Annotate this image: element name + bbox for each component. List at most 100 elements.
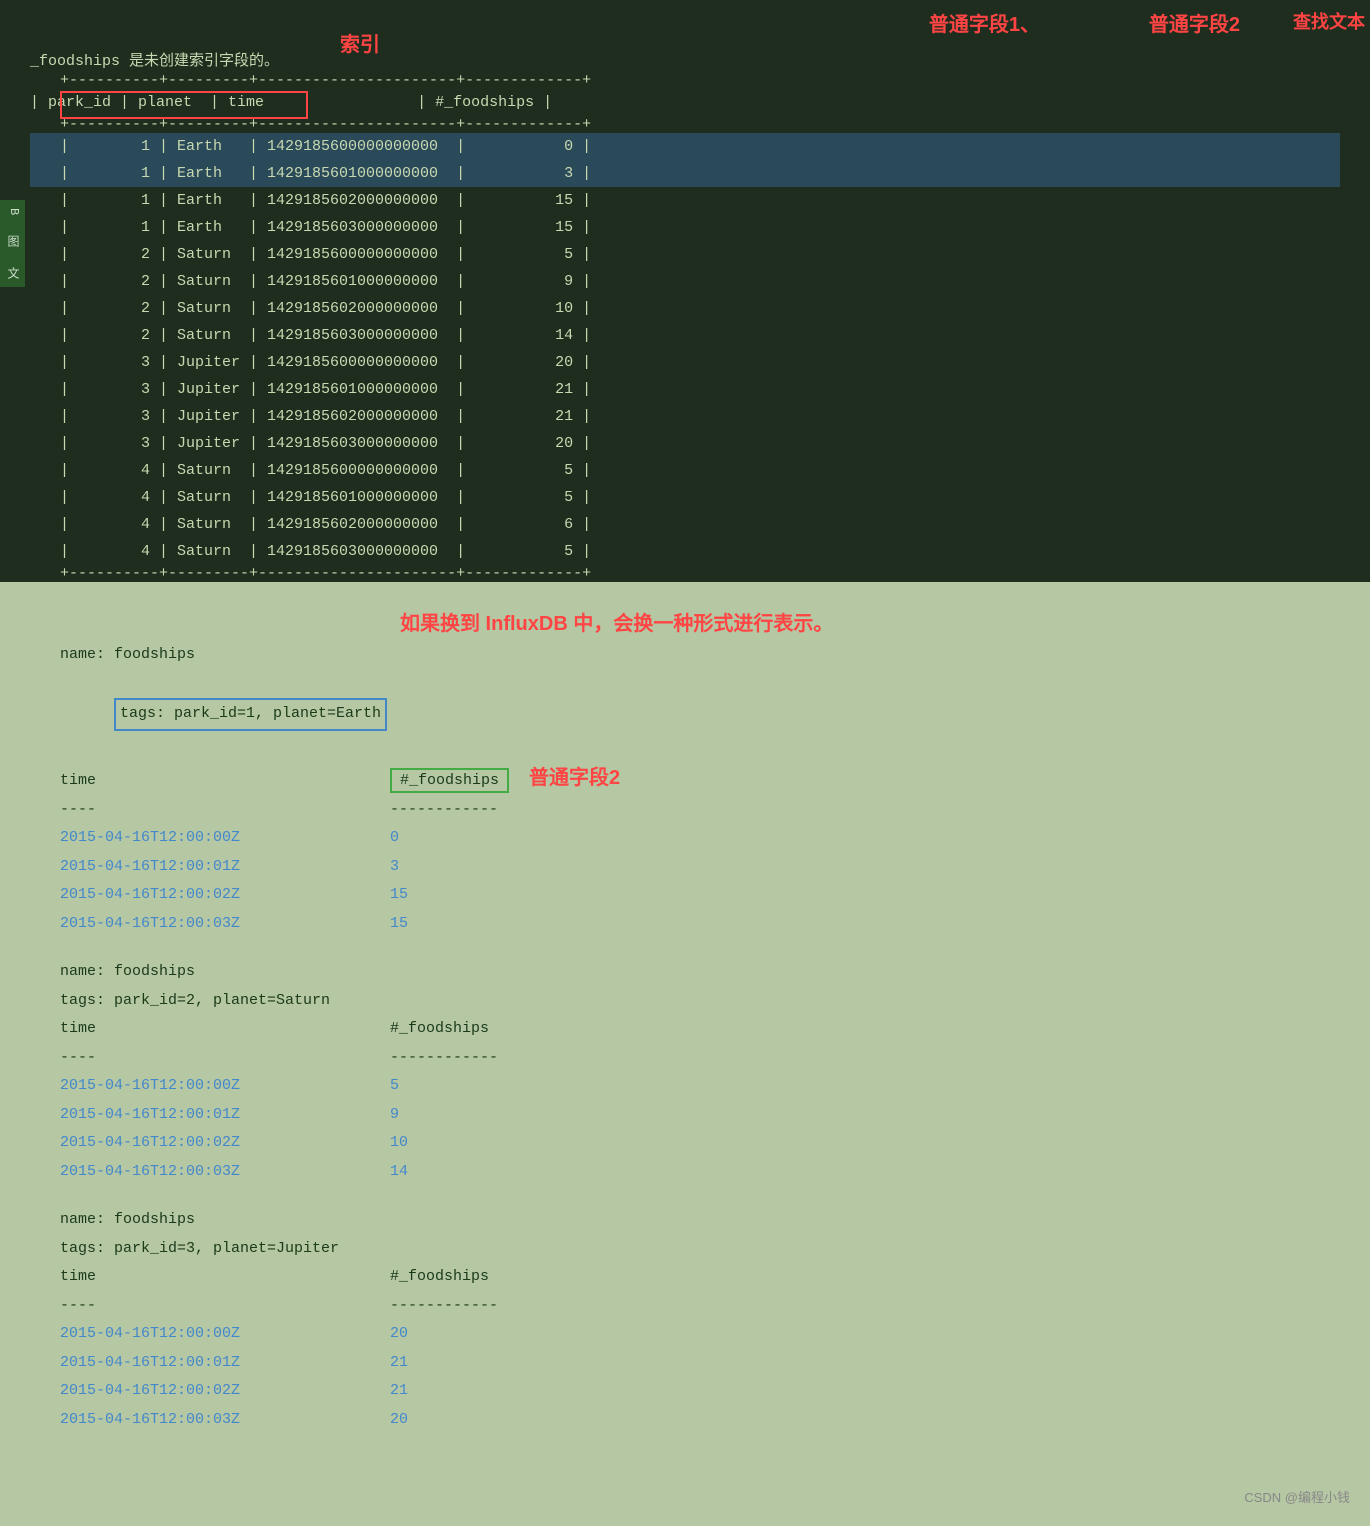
influx-row-time: 2015-04-16T12:00:02Z [60, 881, 390, 910]
influx-data-row: 2015-04-16T12:00:02Z10 [60, 1129, 1310, 1158]
influx-row-time: 2015-04-16T12:00:03Z [60, 1158, 390, 1187]
group1-col-dashes: ---- ------------ [60, 796, 1310, 825]
influx-annotation-container: 如果换到 InfluxDB 中，会换一种形式进行表示。 [60, 597, 1310, 633]
side-panel: B 图 文 [0, 200, 25, 287]
influx-row-time: 2015-04-16T12:00:00Z [60, 1072, 390, 1101]
influx-row-value: 9 [390, 1101, 399, 1130]
influx-row-value: 15 [390, 881, 408, 910]
influx-row-time: 2015-04-16T12:00:00Z [60, 1320, 390, 1349]
group3-data-rows: 2015-04-16T12:00:00Z202015-04-16T12:00:0… [60, 1320, 1310, 1434]
group1-tags-line: tags: park_id=1, planet=Earth [60, 670, 1310, 760]
group1-time-dashes: ---- [60, 796, 390, 825]
group3-name: name: foodships [60, 1206, 1310, 1235]
group1-time-header: time [60, 767, 390, 796]
influx-row-value: 14 [390, 1158, 408, 1187]
influx-row-time: 2015-04-16T12:00:01Z [60, 1349, 390, 1378]
group2-time-header: time [60, 1015, 390, 1044]
group2-col-headers: time #_foodships [60, 1015, 1310, 1044]
group1-data-rows: 2015-04-16T12:00:00Z02015-04-16T12:00:01… [60, 824, 1310, 938]
influx-data-row: 2015-04-16T12:00:00Z20 [60, 1320, 1310, 1349]
spacer-2 [60, 1186, 1310, 1206]
group1-foodships-dashes: ------------ [390, 796, 498, 825]
table-data-row: | 2 | Saturn | 1429185600000000000 | 5 | [30, 241, 1340, 268]
table-header-row: | park_id | planet | time | #_foodships … [30, 89, 1340, 116]
group1-foodships-header-box: #_foodships [390, 768, 509, 793]
group1-col-headers: time #_foodships 普通字段2 [60, 761, 1310, 796]
table-data-row: | 3 | Jupiter | 1429185603000000000 | 20… [30, 430, 1340, 457]
spacer-1 [60, 938, 1310, 958]
influx-row-value: 15 [390, 910, 408, 939]
influx-row-time: 2015-04-16T12:00:03Z [60, 1406, 390, 1435]
group2-col-dashes: ---- ------------ [60, 1044, 1310, 1073]
influx-row-value: 5 [390, 1072, 399, 1101]
influx-row-value: 21 [390, 1377, 408, 1406]
group3-col-dashes: ---- ------------ [60, 1292, 1310, 1321]
influx-data-row: 2015-04-16T12:00:03Z15 [60, 910, 1310, 939]
group3-time-header: time [60, 1263, 390, 1292]
influx-row-time: 2015-04-16T12:00:00Z [60, 824, 390, 853]
influxdb-section: 如果换到 InfluxDB 中，会换一种形式进行表示。 name: foodsh… [0, 582, 1370, 1449]
table-data-rows: | 1 | Earth | 1429185600000000000 | 0 ||… [30, 133, 1340, 565]
side-icon-image[interactable]: 图 [4, 235, 21, 247]
annotation-suoyin: 索引 [340, 28, 380, 57]
table-data-row: | 1 | Earth | 1429185601000000000 | 3 | [30, 160, 1340, 187]
side-icon-b[interactable]: B [4, 208, 21, 215]
terminal-section: 索引 普通字段1、 普通字段2 查找文本 _foodships 是未创建索引字段… [0, 0, 1370, 582]
group1-tags-box: tags: park_id=1, planet=Earth [114, 698, 387, 731]
influx-row-time: 2015-04-16T12:00:02Z [60, 1377, 390, 1406]
influx-row-value: 10 [390, 1129, 408, 1158]
influx-row-value: 21 [390, 1349, 408, 1378]
group3-foodships-header: #_foodships [390, 1263, 489, 1292]
group3-time-dashes: ---- [60, 1292, 390, 1321]
influx-data-row: 2015-04-16T12:00:00Z0 [60, 824, 1310, 853]
influx-data-row: 2015-04-16T12:00:00Z5 [60, 1072, 1310, 1101]
csdn-watermark: CSDN @编程小钱 [1244, 1487, 1350, 1506]
table-data-row: | 4 | Saturn | 1429185603000000000 | 5 | [30, 538, 1340, 565]
table-data-row: | 4 | Saturn | 1429185601000000000 | 5 | [30, 484, 1340, 511]
group2-data-rows: 2015-04-16T12:00:00Z52015-04-16T12:00:01… [60, 1072, 1310, 1186]
influx-row-time: 2015-04-16T12:00:02Z [60, 1129, 390, 1158]
influx-row-value: 0 [390, 824, 399, 853]
influx-data-row: 2015-04-16T12:00:01Z3 [60, 853, 1310, 882]
putong2-annotation: 普通字段2 [529, 761, 620, 790]
table-separator-top: +----------+---------+------------------… [30, 72, 1340, 89]
influx-row-time: 2015-04-16T12:00:01Z [60, 853, 390, 882]
group1-name: name: foodships [60, 641, 1310, 670]
group2-foodships-dashes: ------------ [390, 1044, 498, 1073]
sql-table: +----------+---------+------------------… [0, 72, 1370, 582]
influx-annotation: 如果换到 InfluxDB 中，会换一种形式进行表示。 [400, 607, 833, 636]
annotation-putong1: 普通字段1、 [929, 8, 1040, 37]
influx-row-value: 20 [390, 1320, 408, 1349]
group3-tags: tags: park_id=3, planet=Jupiter [60, 1235, 1310, 1264]
terminal-header-text: _foodships 是未创建索引字段的。 [0, 45, 1370, 72]
influx-data-row: 2015-04-16T12:00:02Z21 [60, 1377, 1310, 1406]
influx-row-value: 3 [390, 853, 399, 882]
influx-row-value: 20 [390, 1406, 408, 1435]
table-separator-bottom: +----------+---------+------------------… [30, 565, 1340, 582]
group2-tags: tags: park_id=2, planet=Saturn [60, 987, 1310, 1016]
influx-data-row: 2015-04-16T12:00:02Z15 [60, 881, 1310, 910]
table-data-row: | 3 | Jupiter | 1429185602000000000 | 21… [30, 403, 1340, 430]
influx-group-2: name: foodships tags: park_id=2, planet=… [60, 958, 1310, 1186]
group3-foodships-dashes: ------------ [390, 1292, 498, 1321]
group2-foodships-header: #_foodships [390, 1015, 489, 1044]
table-data-row: | 2 | Saturn | 1429185603000000000 | 14 … [30, 322, 1340, 349]
annotation-putong2-top: 普通字段2 [1149, 8, 1240, 37]
influx-data-row: 2015-04-16T12:00:03Z20 [60, 1406, 1310, 1435]
side-icon-text[interactable]: 文 [4, 267, 21, 279]
influx-row-time: 2015-04-16T12:00:01Z [60, 1101, 390, 1130]
table-header-cols: | park_id | planet | time | #_foodships … [30, 89, 1340, 116]
influx-data-row: 2015-04-16T12:00:03Z14 [60, 1158, 1310, 1187]
table-data-row: | 2 | Saturn | 1429185602000000000 | 10 … [30, 295, 1340, 322]
group1-foodships-col: #_foodships 普通字段2 [390, 761, 620, 793]
table-data-row: | 4 | Saturn | 1429185600000000000 | 5 | [30, 457, 1340, 484]
influx-row-time: 2015-04-16T12:00:03Z [60, 910, 390, 939]
table-data-row: | 3 | Jupiter | 1429185600000000000 | 20… [30, 349, 1340, 376]
influx-group-3: name: foodships tags: park_id=3, planet=… [60, 1206, 1310, 1434]
influx-data-row: 2015-04-16T12:00:01Z9 [60, 1101, 1310, 1130]
table-data-row: | 1 | Earth | 1429185603000000000 | 15 | [30, 214, 1340, 241]
table-data-row: | 3 | Jupiter | 1429185601000000000 | 21… [30, 376, 1340, 403]
group3-col-headers: time #_foodships [60, 1263, 1310, 1292]
group2-name: name: foodships [60, 958, 1310, 987]
table-data-row: | 1 | Earth | 1429185602000000000 | 15 | [30, 187, 1340, 214]
